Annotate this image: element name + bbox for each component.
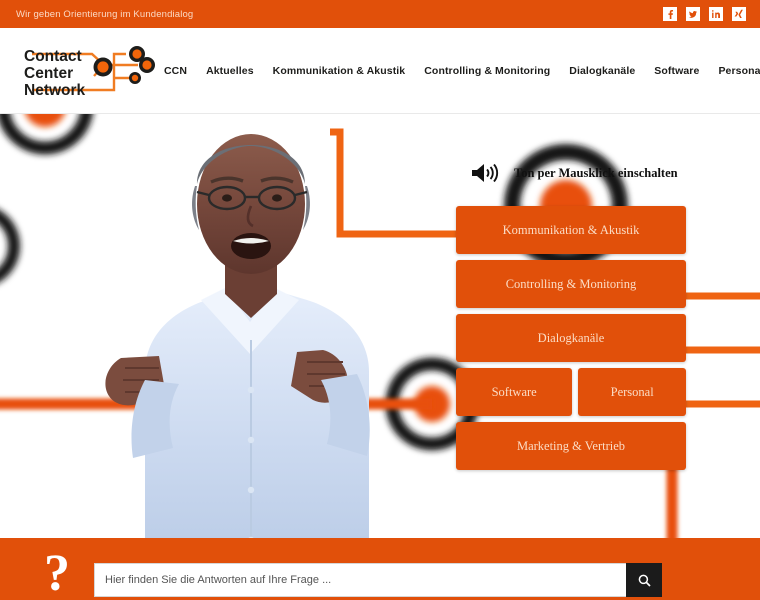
linkedin-icon[interactable] — [709, 7, 723, 21]
speaker-photo[interactable] — [85, 122, 415, 566]
hero-button-row: Software Personal — [456, 368, 686, 416]
twitter-icon[interactable] — [686, 7, 700, 21]
site-search-box — [94, 563, 662, 597]
hero-button-dialogkanaele[interactable]: Dialogkanäle — [456, 314, 686, 362]
question-search-band: ? — [0, 538, 760, 600]
svg-text:Center: Center — [24, 65, 73, 82]
svg-text:Contact: Contact — [24, 48, 82, 65]
nav-item-software[interactable]: Software — [654, 65, 699, 77]
nav-item-personal[interactable]: Personal — [718, 65, 760, 77]
sound-toggle[interactable]: Ton per Mausklick einschalten — [456, 152, 686, 194]
search-input[interactable] — [94, 563, 626, 597]
nav-item-aktuelles[interactable]: Aktuelles — [206, 65, 254, 77]
hero-button-kommunikation-akustik[interactable]: Kommunikation & Akustik — [456, 206, 686, 254]
search-submit-button[interactable] — [626, 563, 662, 597]
nav-item-kommunikation-akustik[interactable]: Kommunikation & Akustik — [273, 65, 406, 77]
top-utility-bar: Wir geben Orientierung im Kundendialog — [0, 0, 760, 28]
main-navigation: CCN Aktuelles Kommunikation & Akustik Co… — [164, 63, 760, 79]
facebook-icon[interactable] — [663, 7, 677, 21]
hero-button-personal[interactable]: Personal — [578, 368, 686, 416]
nav-item-controlling-monitoring[interactable]: Controlling & Monitoring — [424, 65, 550, 77]
volume-on-icon[interactable] — [470, 161, 500, 185]
sound-toggle-label: Ton per Mausklick einschalten — [514, 165, 678, 180]
question-mark-icon: ? — [44, 545, 70, 600]
hero-button-marketing-vertrieb[interactable]: Marketing & Vertrieb — [456, 422, 686, 470]
nav-item-ccn[interactable]: CCN — [164, 65, 187, 77]
svg-text:Network: Network — [24, 82, 86, 99]
logo[interactable]: Contact Center Network — [14, 40, 164, 102]
tagline: Wir geben Orientierung im Kundendialog — [16, 8, 194, 20]
site-header: Contact Center Network CCN Aktuelles Kom… — [0, 28, 760, 114]
xing-icon[interactable] — [732, 7, 746, 21]
hero-button-software[interactable]: Software — [456, 368, 573, 416]
hero-button-group: Kommunikation & Akustik Controlling & Mo… — [456, 206, 686, 470]
hero-button-controlling-monitoring[interactable]: Controlling & Monitoring — [456, 260, 686, 308]
nav-item-dialogkanaele[interactable]: Dialogkanäle — [569, 65, 635, 77]
page-root: Wir geben Orientierung im Kundendialog C… — [0, 0, 760, 600]
hero-section: Ton per Mausklick einschalten Kommunikat… — [0, 114, 760, 566]
hero-action-panel: Ton per Mausklick einschalten Kommunikat… — [456, 152, 686, 476]
social-links — [663, 7, 746, 21]
